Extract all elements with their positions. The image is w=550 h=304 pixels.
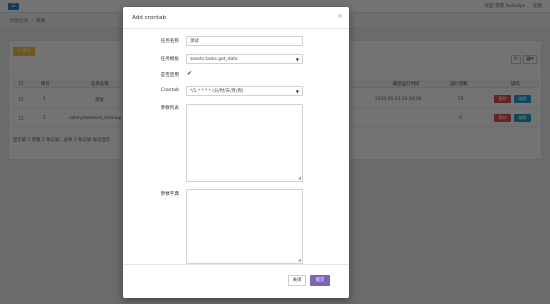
enabled-checkbox[interactable]: ✔	[187, 71, 192, 77]
task-name-input[interactable]: 测试	[186, 36, 303, 46]
dropdown-caret-icon: ▼	[295, 57, 299, 62]
task-template-select[interactable]: assets.tasks.get_date ▼	[186, 54, 303, 64]
modal-title: Add crontab	[132, 15, 166, 21]
task-template-value: assets.tasks.get_date	[190, 57, 238, 62]
modal-header: Add crontab ×	[123, 7, 349, 29]
crontab-label: Crontab	[160, 88, 179, 93]
resize-handle-icon[interactable]: ◢	[298, 258, 301, 262]
task-template-label: 任务模板	[160, 57, 179, 62]
close-button[interactable]: 关闭	[288, 275, 306, 286]
resize-handle-icon[interactable]: ◢	[298, 176, 301, 180]
modal-footer: 关闭 提交	[123, 264, 349, 298]
params-list-textarea[interactable]: ◢	[186, 104, 303, 182]
params-dict-label: 参数字典	[160, 192, 179, 197]
dropdown-caret-icon: ▼	[295, 89, 299, 94]
submit-button[interactable]: 提交	[310, 275, 330, 286]
close-icon[interactable]: ×	[337, 13, 343, 20]
add-crontab-dialog: Add crontab × 任务名称 测试 任务模板 assets.tasks.…	[123, 7, 349, 298]
task-name-label: 任务名称	[160, 39, 179, 44]
crontab-select[interactable]: */1 * * * * (分/时/天/月/周) ▼	[186, 86, 303, 96]
crontab-value: */1 * * * * (分/时/天/月/周)	[190, 89, 244, 94]
enabled-label: 是否启用	[160, 73, 179, 78]
params-dict-textarea[interactable]: ◢	[186, 189, 303, 264]
params-list-label: 参数列表	[160, 106, 179, 111]
